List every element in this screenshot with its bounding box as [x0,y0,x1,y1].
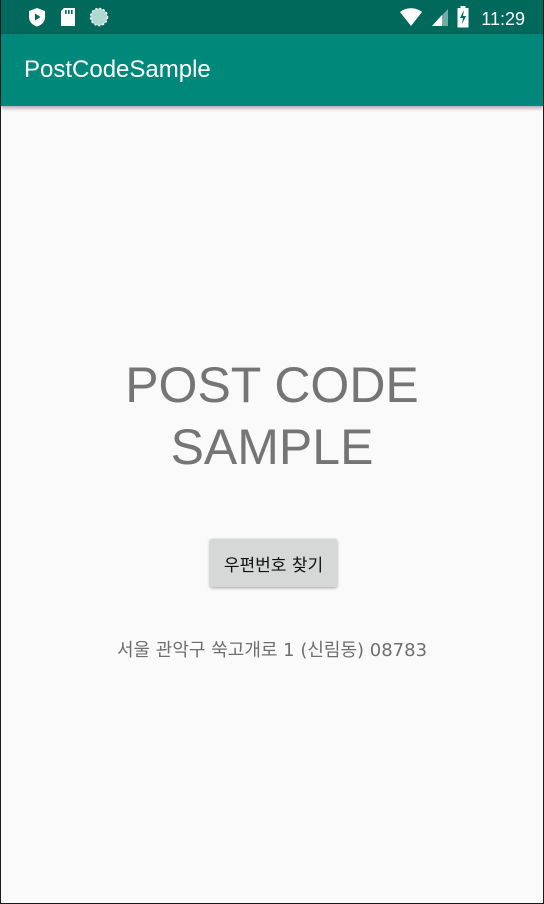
signal-icon [431,7,449,31]
address-text: 서울 관악구 쑥고개로 1 (신림동) 08783 [116,640,428,661]
main-heading: POST CODE SAMPLE [1,354,543,478]
status-time: 11:29 [481,8,525,29]
app-screen: 11:29 PostCodeSample POST CODE SAMPLE 우편… [0,0,544,904]
status-bar: 11:29 [1,0,543,34]
find-postcode-button[interactable]: 우편번호 찾기 [210,539,337,587]
sd-card-icon [59,7,77,31]
battery-charging-icon [457,6,469,32]
app-title: PostCodeSample [24,56,211,83]
circle-icon [89,7,109,31]
shield-play-icon [27,7,47,31]
status-icons-right: 11:29 [399,6,525,32]
wifi-icon [399,7,423,31]
heading-line-1: POST CODE [125,357,419,413]
heading-line-2: SAMPLE [170,419,374,475]
status-icons-left [27,7,109,31]
app-bar: PostCodeSample [1,34,543,106]
